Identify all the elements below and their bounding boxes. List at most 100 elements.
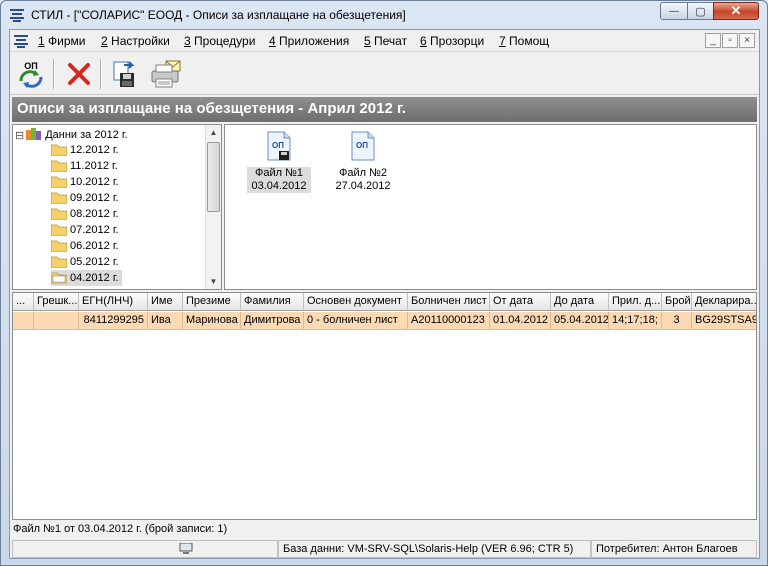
table-cell[interactable]: 0 - болничен лист (304, 312, 408, 330)
records-grid: ... Грешк... ЕГН(ЛНЧ) Име Презиме Фамили… (12, 292, 757, 520)
menu-help[interactable]: 7 Помощ (499, 34, 549, 48)
table-cell[interactable]: 01.04.2012 (490, 312, 551, 330)
save-export-button[interactable] (108, 57, 142, 91)
column-header[interactable]: ... (13, 293, 34, 311)
file-date: 03.04.2012 (247, 180, 311, 193)
menu-bar: 1 Фирми 2 Настройки 3 Процедури 4 Прилож… (10, 30, 759, 52)
scroll-up-arrow-icon[interactable]: ▲ (206, 125, 221, 140)
child-minimize-button[interactable]: _ (705, 33, 721, 48)
column-header[interactable]: Болничен лист (408, 293, 490, 311)
close-button[interactable]: ✕ (713, 2, 759, 20)
column-header[interactable]: Прил. д... (609, 293, 662, 311)
status-panel-empty (12, 540, 278, 558)
folder-icon (51, 208, 67, 220)
menu-firms[interactable]: 1 Фирми (38, 34, 85, 48)
tree-item-label: 04.2012 г. (70, 272, 119, 284)
minimize-button[interactable]: — (660, 2, 688, 20)
tree-item-label: 10.2012 г. (70, 176, 119, 188)
file-date: 27.04.2012 (335, 180, 391, 192)
app-window: СТИЛ - ["СОЛАРИС" ЕООД - Описи за изплащ… (0, 0, 768, 566)
menu-procedures[interactable]: 3 Процедури (184, 34, 255, 48)
tree-root-label: Данни за 2012 г. (45, 129, 128, 141)
tree-item-label: 09.2012 г. (70, 192, 119, 204)
child-window-icon[interactable] (13, 33, 29, 49)
menu-print[interactable]: 5 Печат (364, 34, 407, 48)
folder-icon (51, 224, 67, 236)
file-item[interactable]: ОП Файл №1 03.04.2012 (247, 131, 311, 193)
table-cell[interactable]: 05.04.2012 (551, 312, 609, 330)
new-declaration-icon: ОП (19, 61, 43, 88)
table-cell[interactable]: Ива (148, 312, 183, 330)
data-year-icon (26, 128, 42, 140)
table-cell[interactable]: 3 (662, 312, 692, 330)
tree-item-label: 11.2012 г. (70, 160, 118, 172)
table-cell[interactable]: BG29STSA9 (692, 312, 756, 330)
menu-windows[interactable]: 6 Прозорци (420, 34, 484, 48)
tree-item-07-2012[interactable]: 07.2012 г. (51, 222, 119, 238)
child-close-button[interactable]: × (739, 33, 755, 48)
tree-item-05-2012[interactable]: 05.2012 г. (51, 254, 119, 270)
status-user: Потребител: Антон Благоев (591, 540, 757, 558)
column-header[interactable]: Име (148, 293, 183, 311)
tree-item-06-2012[interactable]: 06.2012 г. (51, 238, 119, 254)
column-header[interactable]: До дата (551, 293, 609, 311)
column-header[interactable]: Грешк... (34, 293, 79, 311)
tree-item-11-2012[interactable]: 11.2012 г. (51, 158, 118, 174)
restore-icon: ▫ (728, 35, 732, 46)
new-declaration-button[interactable]: ОП (14, 57, 48, 91)
svg-text:ОП: ОП (356, 141, 368, 150)
title-bar[interactable]: СТИЛ - ["СОЛАРИС" ЕООД - Описи за изплащ… (1, 1, 767, 29)
status-bar: База данни: VM-SRV-SQL\Solaris-Help (VER… (12, 540, 757, 558)
table-cell[interactable]: 8411299295 (79, 312, 148, 330)
tree-item-12-2012[interactable]: 12.2012 г. (51, 142, 119, 158)
declaration-file-icon: ОП (351, 131, 375, 161)
status-database: База данни: VM-SRV-SQL\Solaris-Help (VER… (278, 540, 591, 558)
column-header[interactable]: ЕГН(ЛНЧ) (79, 293, 148, 311)
tree-item-label: 06.2012 г. (70, 240, 119, 252)
print-email-button[interactable] (149, 57, 183, 91)
child-restore-button[interactable]: ▫ (722, 33, 738, 48)
menu-settings[interactable]: 2 Настройки (101, 34, 170, 48)
maximize-button[interactable]: ▢ (687, 2, 714, 20)
tree-scrollbar[interactable]: ▲ ▼ (205, 125, 221, 289)
folder-icon (51, 160, 67, 172)
folder-icon (51, 192, 67, 204)
file-name: Файл №2 (338, 167, 388, 179)
declaration-file-icon: ОП (267, 131, 291, 161)
minimize-icon: — (669, 5, 679, 17)
tree-item-09-2012[interactable]: 09.2012 г. (51, 190, 119, 206)
column-header[interactable]: Презиме (183, 293, 241, 311)
tree-item-label: 12.2012 г. (70, 144, 119, 156)
table-cell[interactable]: 14;17;18; (609, 312, 662, 330)
column-header[interactable]: От дата (490, 293, 551, 311)
folder-icon (51, 176, 67, 188)
svg-text:ОП: ОП (272, 141, 284, 150)
page-title: Описи за изплащане на обезщетения - Апри… (12, 97, 757, 122)
tree-item-08-2012[interactable]: 08.2012 г. (51, 206, 119, 222)
menu-applications[interactable]: 4 Приложения (269, 34, 349, 48)
delete-icon (68, 63, 90, 85)
delete-button[interactable] (62, 57, 96, 91)
scroll-thumb[interactable] (207, 142, 220, 212)
column-header[interactable]: Брой (662, 293, 692, 311)
mdi-client: 1 Фирми 2 Настройки 3 Процедури 4 Прилож… (9, 29, 760, 559)
files-panel: ОП Файл №1 03.04.2012 ОП Файл №2 27.04.2… (224, 124, 757, 290)
column-header[interactable]: Фамилия (241, 293, 304, 311)
tree-item-label: 08.2012 г. (70, 208, 119, 220)
collapse-icon[interactable]: ⊟ (15, 129, 24, 142)
period-tree: ⊟ Данни за 2012 г. 12.2012 г. 11.2012 г.… (12, 124, 222, 290)
file-item[interactable]: ОП Файл №2 27.04.2012 (331, 131, 395, 193)
column-header[interactable]: Основен документ (304, 293, 408, 311)
column-header[interactable]: Декларира... (692, 293, 756, 311)
tree-item-04-2012[interactable]: 04.2012 г. (51, 270, 122, 286)
table-cell[interactable]: Маринова (183, 312, 241, 330)
toolbar-separator (100, 59, 102, 89)
tree-root[interactable]: ⊟ Данни за 2012 г. (15, 127, 128, 143)
table-cell[interactable]: Димитрова (241, 312, 304, 330)
table-cell[interactable] (34, 312, 79, 330)
toolbar: ОП (10, 53, 759, 95)
scroll-down-arrow-icon[interactable]: ▼ (206, 274, 221, 289)
table-cell[interactable]: А20110000123 (408, 312, 490, 330)
table-cell[interactable] (13, 312, 34, 330)
tree-item-10-2012[interactable]: 10.2012 г. (51, 174, 119, 190)
